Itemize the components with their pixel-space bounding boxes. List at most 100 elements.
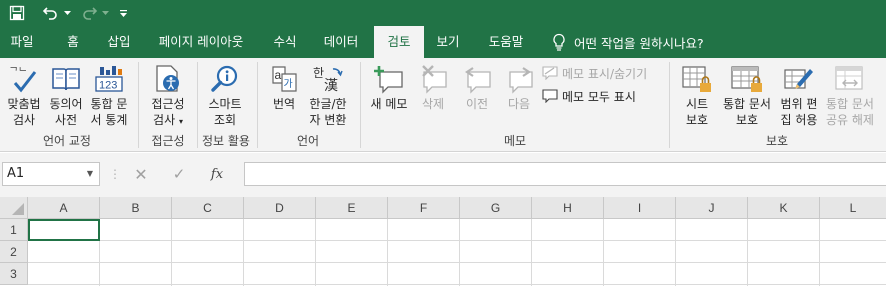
thesaurus-button[interactable]: 동의어 사전 — [46, 62, 86, 128]
allow-edit-ranges-button[interactable]: 범위 편 집 허용 — [776, 62, 822, 128]
translate-button[interactable]: a가 번역 — [266, 62, 302, 112]
row-header[interactable]: 3 — [0, 263, 28, 285]
column-header[interactable]: B — [100, 197, 172, 219]
gridline — [459, 219, 460, 286]
undo-dropdown-icon[interactable] — [62, 0, 72, 26]
gridline — [171, 219, 172, 286]
tab-file[interactable]: 파일 — [0, 26, 44, 58]
group-label-proofing: 언어 교정 — [43, 134, 91, 148]
new-comment-icon — [373, 62, 405, 96]
row-header[interactable]: 1 — [0, 219, 28, 241]
row-header[interactable]: 2 — [0, 241, 28, 263]
active-cell-a1[interactable] — [28, 219, 100, 241]
column-header[interactable]: H — [532, 197, 604, 219]
name-box[interactable]: A1 ▼ — [2, 162, 100, 186]
gridline — [747, 219, 748, 286]
statistics-label-1: 통합 문 — [90, 97, 128, 111]
previous-comment-button: 이전 — [456, 62, 498, 112]
group-separator — [360, 62, 361, 148]
column-header[interactable]: C — [172, 197, 244, 219]
new-comment-button[interactable]: 새 메모 — [366, 62, 412, 112]
check-accessibility-button[interactable]: 접근성 검사 ▾ — [144, 62, 192, 130]
lightbulb-icon — [553, 33, 565, 51]
spell-check-label-1: 맞춤법 — [7, 97, 41, 111]
protect-workbook-icon — [730, 62, 764, 96]
smart-lookup-icon — [210, 62, 240, 96]
previous-comment-icon — [461, 62, 493, 96]
svg-text:ᄀᄂ: ᄀᄂ — [9, 66, 27, 78]
tell-me-search[interactable]: 어떤 작업을 원하시나요? — [552, 26, 704, 58]
enter-icon: ✓ — [172, 165, 186, 183]
group-label-comments: 메모 — [503, 134, 527, 148]
next-comment-label: 다음 — [507, 97, 531, 111]
protect-workbook-label-1: 통합 문서 — [723, 97, 771, 111]
drag-handle-icon[interactable]: ⋮ — [108, 167, 122, 181]
protect-sheet-icon — [681, 62, 713, 96]
smart-lookup-label-1: 스마트 — [208, 97, 242, 111]
formula-input[interactable] — [244, 162, 886, 186]
spell-check-icon: ᄀᄂ — [8, 62, 40, 96]
show-hide-comment-icon — [542, 66, 558, 80]
hangul-hanja-icon: 한漢 — [311, 62, 345, 96]
allow-edit-ranges-label-2: 집 허용 — [780, 113, 818, 127]
tab-formulas[interactable]: 수식 — [264, 26, 306, 58]
gridline — [675, 219, 676, 286]
column-header[interactable]: E — [316, 197, 388, 219]
column-header[interactable]: D — [244, 197, 316, 219]
column-header[interactable]: G — [460, 197, 532, 219]
customize-qat-icon[interactable] — [116, 0, 130, 26]
column-header[interactable]: L — [820, 197, 886, 219]
tab-insert[interactable]: 삽입 — [98, 26, 140, 58]
spell-check-button[interactable]: ᄀᄂ 맞춤법 검사 — [4, 62, 44, 128]
unshare-workbook-label-2: 공유 해제 — [826, 113, 874, 127]
insert-function-button[interactable]: fx — [198, 167, 236, 182]
tab-help[interactable]: 도움말 — [478, 26, 534, 58]
svg-text:a: a — [275, 68, 282, 82]
chevron-down-icon[interactable]: ▼ — [87, 163, 93, 185]
chevron-down-icon: ▾ — [178, 117, 183, 126]
show-all-comments-button[interactable]: 메모 모두 표시 — [542, 87, 636, 105]
gridline — [603, 219, 604, 286]
smart-lookup-button[interactable]: 스마트 조회 — [202, 62, 248, 128]
hangul-hanja-label-1: 한글/한 — [309, 97, 347, 111]
workbook-statistics-button[interactable]: 123 통합 문 서 통계 — [88, 62, 130, 128]
statistics-icon: 123 — [94, 62, 124, 96]
group-label-insights: 정보 활용 — [202, 134, 250, 148]
show-hide-comment-label: 메모 표시/숨기기 — [562, 66, 648, 81]
hangul-hanja-button[interactable]: 한漢 한글/한 자 변환 — [304, 62, 352, 128]
select-all-button[interactable] — [0, 197, 28, 219]
gridline — [387, 219, 388, 286]
group-label-language: 언어 — [296, 134, 320, 148]
save-icon[interactable] — [6, 0, 28, 26]
previous-comment-label: 이전 — [465, 97, 489, 111]
tab-review[interactable]: 검토 — [374, 26, 424, 58]
name-box-value: A1 — [7, 166, 25, 181]
tab-page-layout[interactable]: 페이지 레이아웃 — [150, 26, 252, 58]
svg-text:123: 123 — [99, 80, 117, 92]
column-header[interactable]: I — [604, 197, 676, 219]
tab-data[interactable]: 데이터 — [314, 26, 368, 58]
column-header[interactable]: J — [676, 197, 748, 219]
gridline — [531, 219, 532, 286]
delete-comment-label: 삭제 — [421, 97, 445, 111]
column-header[interactable]: K — [748, 197, 820, 219]
protect-sheet-label-1: 시트 — [685, 97, 709, 111]
column-header[interactable]: A — [28, 197, 100, 219]
column-header[interactable]: F — [388, 197, 460, 219]
ribbon-review: ᄀᄂ 맞춤법 검사 동의어 사전 123 통합 문 서 통계 언어 교정 접근성… — [0, 58, 886, 152]
tab-home[interactable]: 홈 — [56, 26, 90, 58]
undo-icon[interactable] — [40, 0, 62, 26]
protect-workbook-button[interactable]: 통합 문서 보호 — [720, 62, 774, 128]
smart-lookup-label-2: 조회 — [213, 113, 237, 127]
gridline — [819, 219, 820, 286]
protect-sheet-label-2: 보호 — [685, 113, 709, 127]
protect-sheet-button[interactable]: 시트 보호 — [674, 62, 720, 128]
accessibility-label-1: 접근성 — [151, 97, 185, 111]
book-icon — [51, 62, 81, 96]
accessibility-label-2: 검사 ▾ — [153, 113, 183, 127]
tab-view[interactable]: 보기 — [426, 26, 470, 58]
group-label-protect: 보호 — [765, 134, 789, 148]
spell-check-label-2: 검사 — [12, 113, 36, 127]
gridline — [28, 240, 886, 241]
next-comment-button: 다음 — [498, 62, 540, 112]
